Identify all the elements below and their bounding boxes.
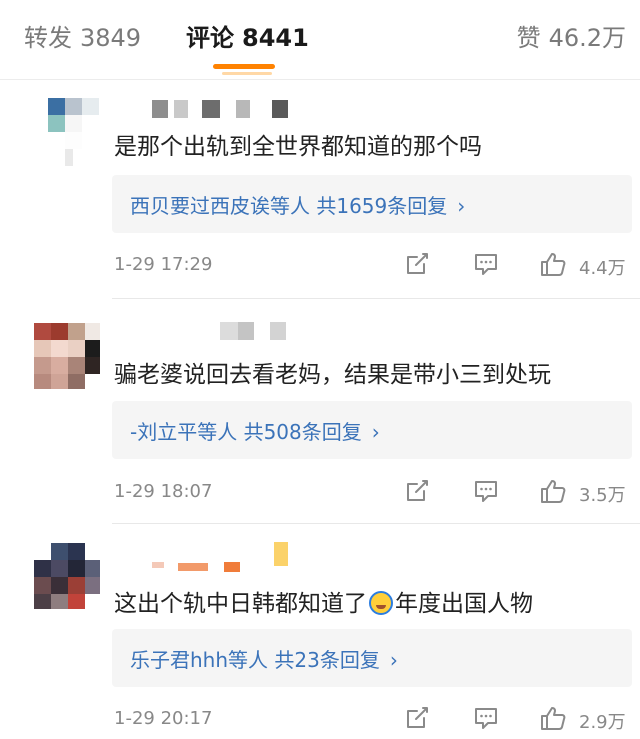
reply-summary-label: 乐子君hhh等人 共23条回复 (130, 648, 380, 672)
tab-like[interactable]: 赞 46.2万 (517, 18, 626, 53)
chevron-right-icon: › (457, 194, 466, 218)
tab-comment-count: 8441 (242, 24, 309, 52)
reply-summary[interactable]: 乐子君hhh等人 共23条回复 › (112, 629, 632, 687)
comment-time: 1-29 18:07 (114, 481, 213, 502)
reply-summary-text: -刘立平等人 共508条回复 › (130, 416, 380, 445)
comment-text: 这出个轨中日韩都知道了 年度出国人物 (114, 584, 533, 618)
avatar[interactable] (34, 543, 100, 609)
share-icon[interactable] (403, 704, 431, 732)
thumbs-up-icon[interactable] (539, 477, 567, 505)
comment-divider (112, 298, 640, 299)
reply-summary-label: -刘立平等人 共508条回复 (130, 420, 362, 444)
tab-like-label: 赞 (516, 24, 541, 52)
share-icon[interactable] (403, 250, 431, 278)
reply-summary[interactable]: -刘立平等人 共508条回复 › (112, 401, 632, 459)
comment-text: 是那个出轨到全世界都知道的那个吗 (114, 134, 482, 160)
comment-time: 1-29 17:29 (114, 254, 213, 275)
chevron-right-icon: › (371, 420, 380, 444)
like-count: 4.4万 (579, 258, 626, 279)
reply-summary[interactable]: 西贝要过西皮诶等人 共1659条回复 › (112, 175, 632, 233)
reply-summary-label: 西贝要过西皮诶等人 共1659条回复 (130, 194, 448, 218)
avatar[interactable] (34, 98, 100, 166)
laughing-crying-emoji-icon (369, 591, 393, 615)
like-count: 3.5万 (579, 485, 626, 506)
comment-meta: 1-29 18:07 3.5万 (114, 477, 640, 507)
comment-divider (112, 523, 640, 524)
tab-comment[interactable]: 评论 8441 (186, 18, 309, 53)
tab-forward[interactable]: 转发 3849 (24, 18, 141, 53)
comment-meta: 1-29 17:29 4.4万 (114, 250, 640, 280)
tab-like-count: 46.2万 (548, 24, 626, 52)
tabs-divider (0, 79, 640, 80)
comment-icon[interactable] (472, 704, 500, 732)
avatar[interactable] (34, 323, 100, 389)
tab-forward-label: 转发 (24, 24, 72, 52)
tab-comment-label: 评论 (186, 24, 234, 52)
like-count: 2.9万 (579, 712, 626, 733)
thumbs-up-icon[interactable] (539, 250, 567, 278)
chevron-right-icon: › (389, 648, 398, 672)
tab-forward-count: 3849 (80, 24, 142, 52)
comment-time: 1-29 20:17 (114, 708, 213, 729)
comment-icon[interactable] (472, 250, 500, 278)
comment-text-before: 这出个轨中日韩都知道了 (114, 591, 367, 617)
active-tab-indicator (213, 64, 275, 69)
reply-summary-text: 西贝要过西皮诶等人 共1659条回复 › (130, 190, 465, 219)
share-icon[interactable] (403, 477, 431, 505)
comment-text: 骗老婆说回去看老妈，结果是带小三到处玩 (114, 362, 551, 388)
comment-meta: 1-29 20:17 2.9万 (114, 704, 640, 734)
active-tab-indicator-shadow (222, 72, 272, 75)
thumbs-up-icon[interactable] (539, 704, 567, 732)
comment-icon[interactable] (472, 477, 500, 505)
comment-tabs: 转发 3849 评论 8441 赞 46.2万 (0, 0, 640, 75)
comment-text-after: 年度出国人物 (395, 591, 533, 617)
reply-summary-text: 乐子君hhh等人 共23条回复 › (130, 644, 398, 673)
